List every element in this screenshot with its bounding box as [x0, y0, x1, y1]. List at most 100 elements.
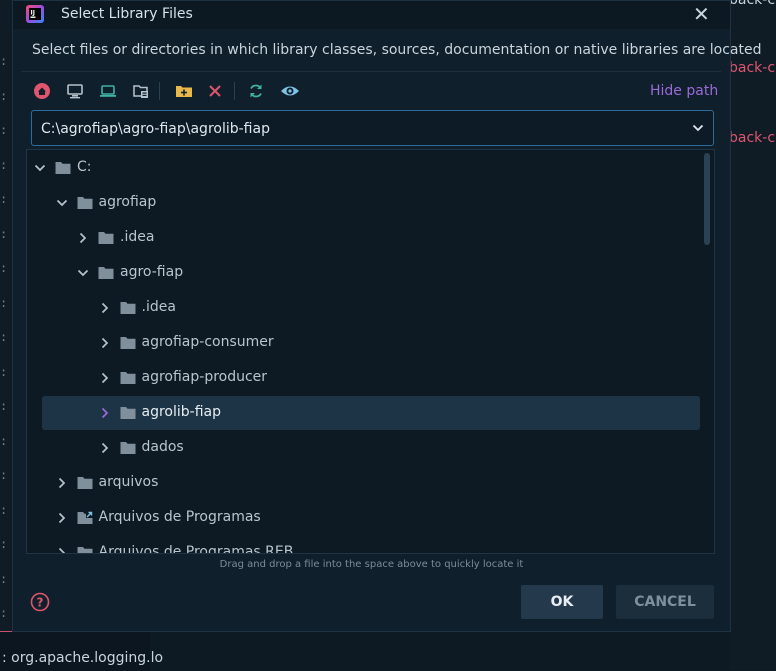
chevron-right-icon[interactable]: [56, 477, 68, 489]
chevron-right-icon[interactable]: [99, 442, 111, 454]
folder-icon: [77, 477, 92, 489]
tree-row[interactable]: .idea: [27, 221, 707, 255]
folder-icon: [98, 267, 114, 279]
tree-row[interactable]: agro-fiap: [27, 256, 707, 290]
tree-row[interactable]: agrofiap-producer: [27, 361, 707, 395]
desktop-icon[interactable]: [64, 80, 86, 102]
tree-row[interactable]: .idea: [27, 291, 707, 325]
dialog-titlebar: IJ Select Library Files ✕: [13, 1, 730, 29]
path-combo-box[interactable]: C:\agrofiap\agro-fiap\agrolib-fiap: [31, 110, 714, 146]
chevron-right-icon[interactable]: [56, 512, 68, 524]
toolbar-separator: [234, 82, 235, 100]
chevron-right-icon[interactable]: [99, 302, 111, 314]
editor-gutter-char: :: [0, 399, 8, 413]
svg-text:?: ?: [37, 596, 44, 610]
tree-item-label: Arquivos de Programas REB: [98, 544, 294, 554]
editor-gutter-char: :: [0, 502, 8, 517]
toolbar-separator: [159, 82, 160, 100]
editor-gutter-char: :: [0, 571, 8, 586]
tree-row[interactable]: agrolib-fiap: [27, 396, 707, 430]
tree-item-label: dados: [141, 439, 184, 455]
cancel-button[interactable]: CANCEL: [616, 585, 714, 619]
folder-icon: [77, 511, 93, 524]
divider: [21, 71, 721, 72]
dialog-description: Select files or directories in which lib…: [32, 42, 762, 58]
editor-gutter-char: :: [0, 606, 8, 620]
folder-icon: [120, 302, 135, 314]
editor-gutter-char: :: [0, 226, 8, 241]
drag-drop-hint: Drag and drop a file into the space abov…: [219, 559, 524, 570]
editor-gutter-char: :: [0, 433, 8, 448]
folder-icon: [98, 232, 114, 244]
editor-gutter-char: :: [0, 537, 8, 551]
delete-icon[interactable]: [204, 80, 226, 102]
close-icon[interactable]: ✕: [693, 3, 710, 25]
chevron-right-icon[interactable]: [77, 232, 89, 244]
tree-item-label: arquivos: [98, 474, 159, 490]
show-hidden-icon[interactable]: [279, 80, 301, 102]
tree-item-label: agrofiap: [98, 194, 157, 210]
tree-row[interactable]: agrofiap-consumer: [27, 326, 707, 360]
chevron-down-icon[interactable]: [77, 267, 89, 279]
tree-row[interactable]: Arquivos de Programas: [27, 501, 707, 535]
project-icon[interactable]: [130, 80, 152, 102]
folder-icon: [55, 162, 71, 174]
folder-icon: [77, 197, 92, 209]
folder-icon: [120, 407, 135, 419]
hide-path-link[interactable]: Hide path: [650, 83, 718, 99]
path-input[interactable]: C:\agrofiap\agro-fiap\agrolib-fiap: [41, 121, 270, 137]
editor-gutter-char: :: [0, 295, 8, 310]
folder-icon: [120, 337, 135, 349]
tree-row[interactable]: dados: [27, 431, 707, 465]
file-tree: C: agrofiap .idea agro-fiap .idea agrofiap-co…: [26, 149, 715, 554]
editor-gutter-char: :: [0, 261, 8, 275]
tree-item-label: .idea: [141, 299, 176, 315]
svg-text:IJ: IJ: [31, 10, 35, 17]
editor-code-snippet: back-cl: [729, 130, 776, 146]
tree-row[interactable]: agrofiap: [27, 186, 707, 220]
editor-gutter-char: :: [0, 192, 8, 206]
tree-item-label: agrolib-fiap: [141, 404, 221, 420]
editor-gutter-char: :: [0, 364, 8, 379]
new-folder-icon[interactable]: [173, 80, 195, 102]
editor-right-area: back-cl back-cl back-cl: [729, 0, 776, 670]
chevron-down-icon[interactable]: [56, 197, 68, 209]
intellij-app-icon: IJ: [26, 5, 44, 23]
editor-bottom-panel: : org.apache.logging.lo: [0, 631, 163, 671]
chevron-right-icon[interactable]: [56, 547, 68, 554]
chevron-down-icon[interactable]: [34, 162, 46, 174]
dialog-title: Select Library Files: [61, 6, 193, 22]
tree-item-label: C:: [77, 159, 92, 175]
refresh-icon[interactable]: [245, 80, 267, 102]
editor-bottom-text: : org.apache.logging.lo: [2, 650, 164, 666]
tree-item-label: agrofiap-producer: [141, 369, 268, 385]
editor-gutter-char: :: [0, 157, 8, 172]
laptop-icon[interactable]: [97, 80, 119, 102]
tree-item-label: Arquivos de Programas: [98, 509, 261, 525]
tree-row[interactable]: arquivos: [27, 466, 707, 500]
editor-gutter-char: :: [0, 54, 8, 68]
editor-code-snippet: back-cl: [729, 0, 776, 8]
chevron-right-icon[interactable]: [99, 337, 111, 349]
tree-item-label: .idea: [120, 229, 155, 245]
editor-gutter-char: :: [0, 330, 8, 344]
folder-icon: [120, 442, 135, 454]
editor-gutter-char: :: [0, 88, 8, 103]
folder-icon: [77, 547, 92, 553]
ok-button[interactable]: OK: [521, 585, 603, 619]
chevron-down-icon[interactable]: [691, 121, 705, 135]
editor-gutter: :::::::::::::::::: [0, 0, 12, 670]
select-library-files-dialog: IJ Select Library Files ✕ Select files o…: [12, 0, 762, 632]
tree-row[interactable]: Arquivos de Programas REB: [27, 536, 707, 554]
editor-code-snippet: back-cl: [729, 60, 776, 76]
chevron-right-icon[interactable]: [99, 407, 111, 419]
folder-icon: [120, 372, 135, 384]
editor-gutter-char: :: [0, 123, 8, 137]
editor-gutter-char: :: [0, 468, 8, 482]
chevron-right-icon[interactable]: [99, 372, 111, 384]
tree-row[interactable]: C:: [27, 151, 707, 185]
help-icon[interactable]: ?: [30, 592, 50, 612]
home-icon[interactable]: [31, 80, 53, 102]
tree-item-label: agro-fiap: [120, 264, 184, 280]
tree-item-label: agrofiap-consumer: [141, 334, 274, 350]
